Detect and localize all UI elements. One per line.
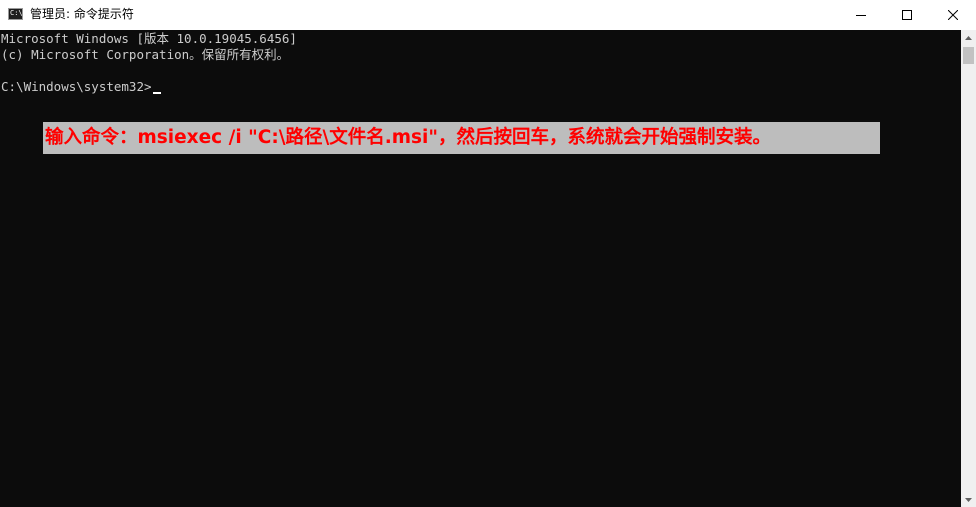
scroll-up-button[interactable]: [961, 30, 976, 45]
window-title: 管理员: 命令提示符: [30, 7, 134, 21]
instruction-annotation: 输入命令：msiexec /i "C:\路径\文件名.msi"，然后按回车，系统…: [43, 122, 880, 154]
text-cursor: [152, 92, 161, 94]
console-prompt-line[interactable]: C:\Windows\system32>: [1, 79, 161, 95]
scroll-down-button[interactable]: [961, 492, 976, 507]
minimize-button[interactable]: [838, 0, 884, 30]
chevron-up-icon: [965, 35, 972, 40]
console-output[interactable]: Microsoft Windows [版本 10.0.19045.6456] (…: [0, 30, 961, 507]
close-button[interactable]: [930, 0, 976, 30]
title-bar[interactable]: C:\ 管理员: 命令提示符: [0, 0, 976, 30]
close-icon: [948, 10, 958, 20]
maximize-button[interactable]: [884, 0, 930, 30]
cmd-window: C:\ 管理员: 命令提示符 Microsoft Windows [版本 10.…: [0, 0, 976, 507]
console-prompt: C:\Windows\system32>: [1, 79, 152, 94]
vertical-scrollbar[interactable]: [961, 30, 976, 507]
maximize-icon: [902, 10, 912, 20]
console-line-version: Microsoft Windows [版本 10.0.19045.6456]: [1, 31, 297, 46]
cmd-app-icon[interactable]: C:\: [8, 8, 23, 20]
console-line-copyright: (c) Microsoft Corporation。保留所有权利。: [1, 47, 290, 62]
chevron-down-icon: [965, 497, 972, 502]
minimize-icon: [856, 15, 866, 16]
scrollbar-thumb[interactable]: [963, 47, 974, 64]
